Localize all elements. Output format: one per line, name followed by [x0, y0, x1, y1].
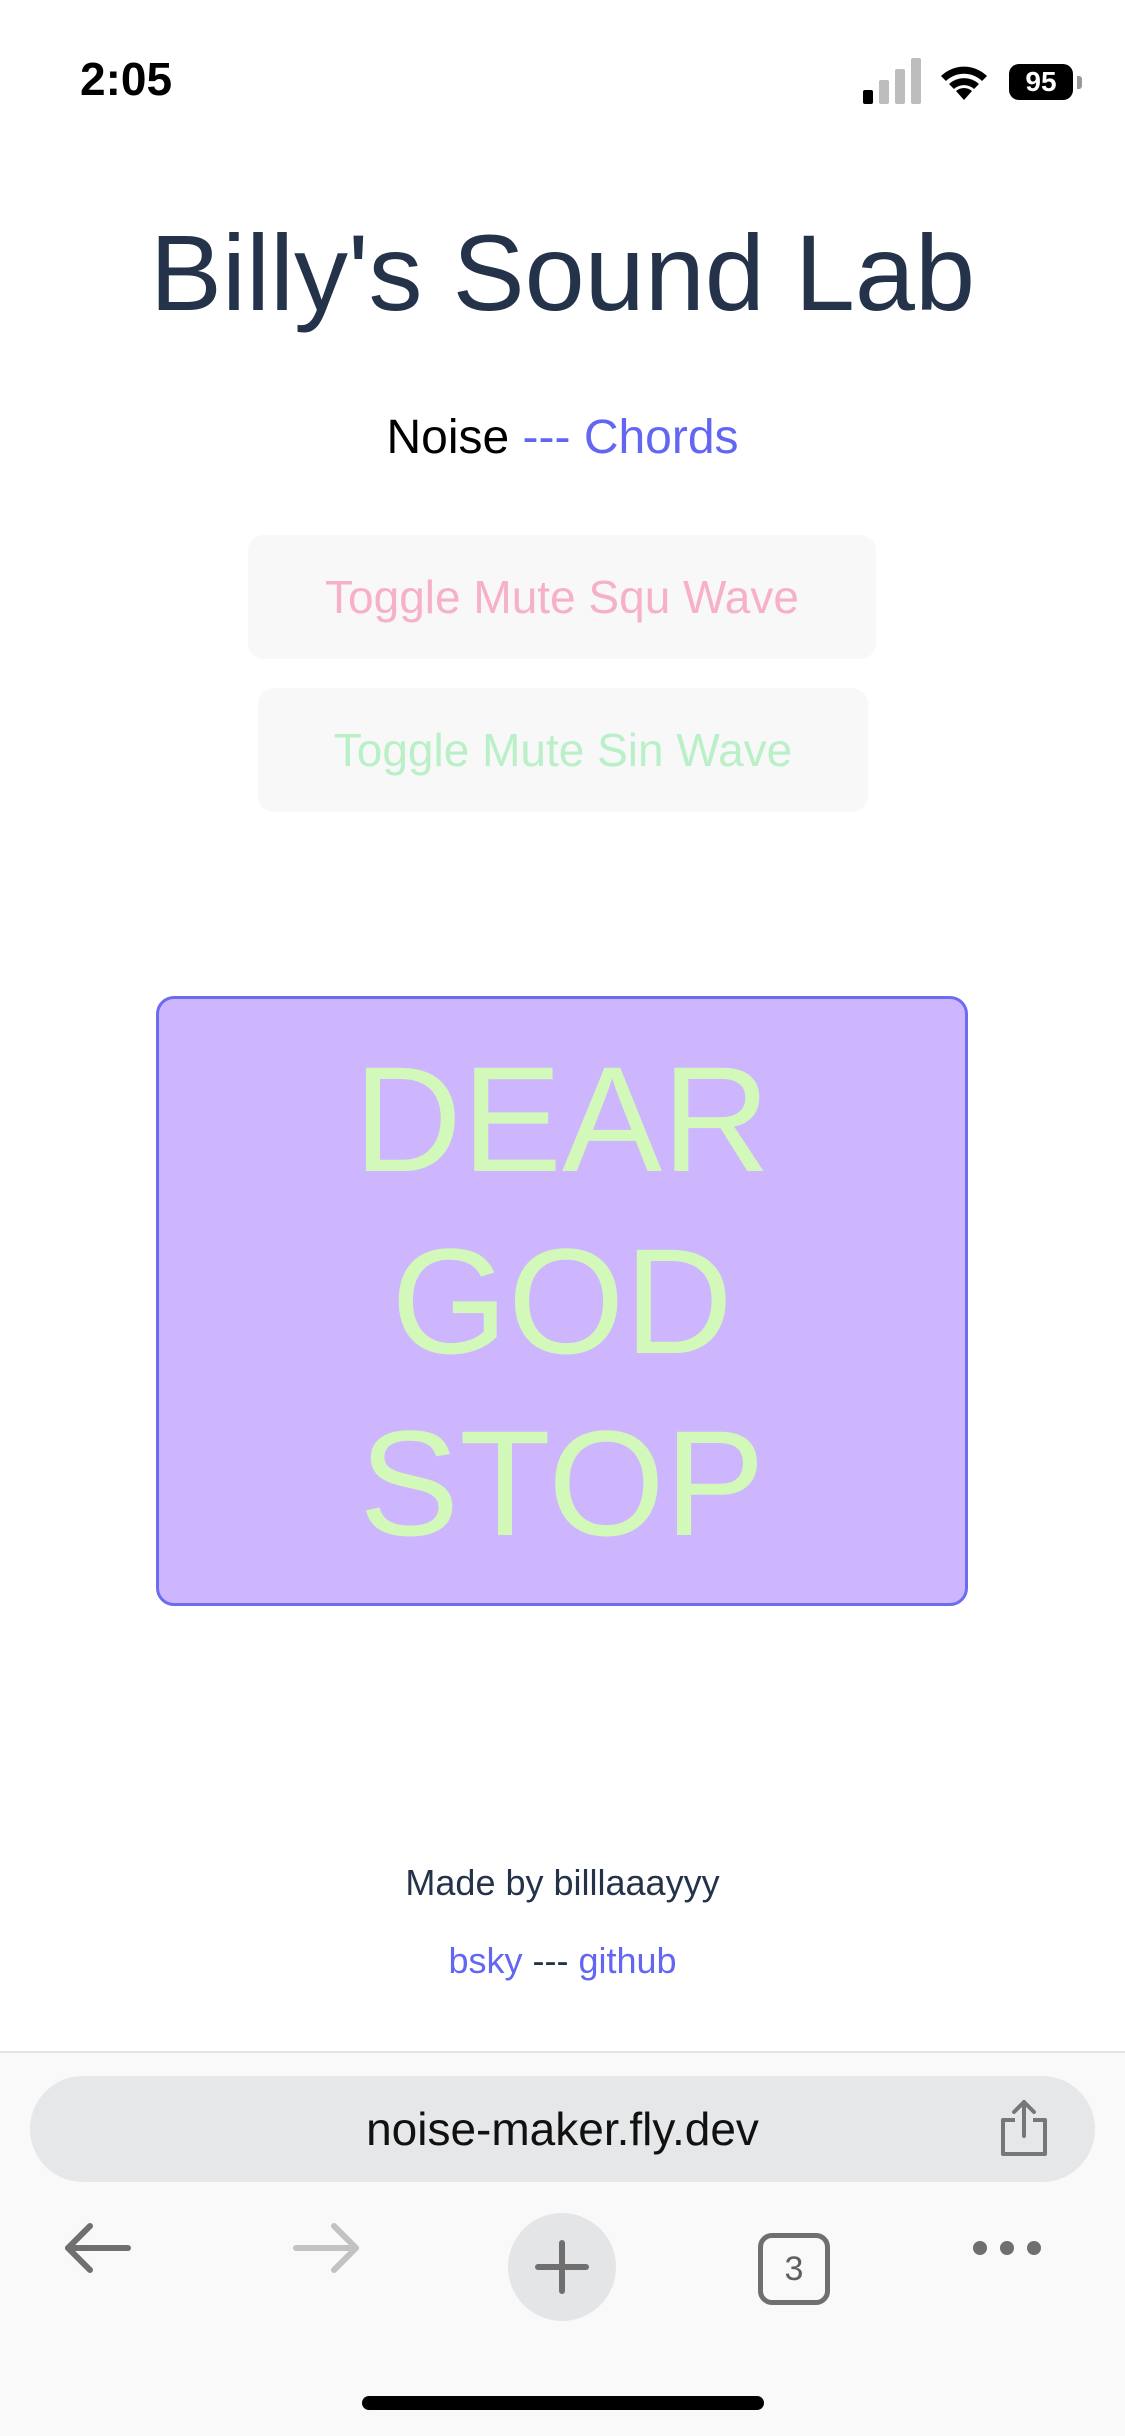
plus-icon — [535, 2240, 589, 2294]
screen: 2:05 95 Billy's Sound Lab Noise --- Chor… — [0, 0, 1125, 2436]
wifi-icon — [941, 66, 987, 100]
footer-links: bsky --- github — [0, 1940, 1125, 1982]
address-bar[interactable]: noise-maker.fly.dev — [30, 2076, 1095, 2182]
status-icons: 95 — [863, 58, 1093, 106]
back-arrow-icon[interactable] — [60, 2218, 134, 2278]
bsky-link[interactable]: bsky — [448, 1940, 522, 1981]
forward-arrow-icon[interactable] — [290, 2218, 364, 2278]
toggle-mute-sin-button[interactable]: Toggle Mute Sin Wave — [258, 688, 868, 812]
nav-chords-link[interactable]: Chords — [584, 411, 739, 464]
stop-button[interactable]: DEAR GOD STOP — [156, 996, 968, 1606]
github-link[interactable]: github — [578, 1940, 676, 1981]
battery-nub — [1077, 76, 1082, 89]
tabs-icon[interactable]: 3 — [758, 2233, 830, 2305]
more-icon[interactable] — [970, 2218, 1044, 2278]
new-tab-button[interactable] — [508, 2213, 616, 2321]
toggle-mute-squ-button[interactable]: Toggle Mute Squ Wave — [248, 535, 876, 659]
url-text[interactable]: noise-maker.fly.dev — [30, 2076, 1095, 2182]
page-title: Billy's Sound Lab — [149, 212, 976, 333]
footer-separator: --- — [532, 1940, 569, 1981]
nav-separator: --- — [522, 411, 571, 464]
battery-icon: 95 — [1009, 64, 1073, 100]
status-time: 2:05 — [80, 53, 173, 105]
share-icon[interactable] — [995, 2098, 1053, 2158]
nav-links: Noise --- Chords — [0, 410, 1125, 465]
cellular-signal-icon — [863, 58, 921, 104]
nav-noise: Noise — [386, 411, 510, 464]
footer-credit: Made by billlaaayyy — [405, 1862, 720, 1903]
home-indicator — [362, 2396, 764, 2410]
